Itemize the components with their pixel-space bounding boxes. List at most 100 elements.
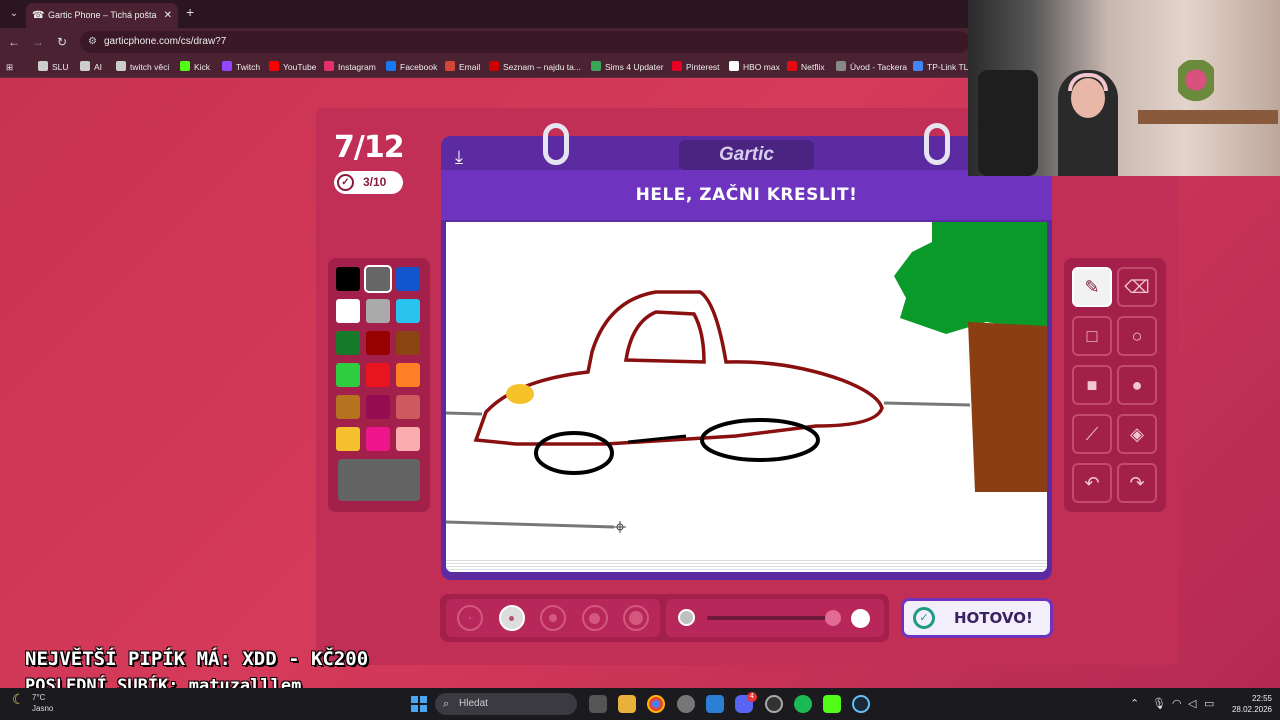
battery-icon[interactable]: ▭ <box>1204 697 1214 710</box>
bookmark-6[interactable]: Instagram <box>324 60 376 74</box>
bookmark-label: AI <box>94 62 103 72</box>
filled-rectangle-tool-icon[interactable]: ■ <box>1072 365 1112 405</box>
bookmark-9[interactable]: Seznam – najdu ta... <box>489 60 581 74</box>
color-swatch[interactable] <box>336 299 360 323</box>
bookmark-2[interactable]: twitch věci <box>116 60 169 74</box>
pencil-tool-icon[interactable]: ✎ <box>1072 267 1112 307</box>
volume-icon[interactable]: ◁ <box>1188 697 1196 710</box>
new-tab-button[interactable]: + <box>186 4 194 20</box>
color-swatch[interactable] <box>366 363 390 387</box>
discord-badge: 4 <box>747 692 757 702</box>
taskbar-search-placeholder: Hledat <box>459 698 488 709</box>
brush-size-dot <box>629 611 643 625</box>
bookmark-7[interactable]: Facebook <box>386 60 437 74</box>
bookmark-12[interactable]: HBO max <box>729 60 780 74</box>
windows-start-icon[interactable] <box>411 696 427 712</box>
fill-bucket-tool-icon[interactable]: ◈ <box>1117 414 1157 454</box>
brush-size-4[interactable] <box>581 605 608 631</box>
settings-icon[interactable] <box>677 695 695 713</box>
current-color-preview[interactable] <box>338 459 420 501</box>
spotify-icon[interactable] <box>794 695 812 713</box>
undo-tool-icon[interactable]: ↶ <box>1072 463 1112 503</box>
color-swatch[interactable] <box>366 299 390 323</box>
drawing <box>445 222 1047 533</box>
brush-size-3[interactable] <box>540 605 566 631</box>
color-swatch[interactable] <box>336 427 360 451</box>
color-swatch[interactable] <box>396 299 420 323</box>
bookmark-label: Sims 4 Updater <box>605 62 664 72</box>
line-tool-icon[interactable]: ⟋ <box>1072 414 1112 454</box>
wifi-icon[interactable]: ◠ <box>1172 697 1182 710</box>
bookmark-label: TP-Link TL- <box>927 62 972 72</box>
bookmark-3[interactable]: Kick <box>180 60 210 74</box>
bookmark-icon <box>672 61 682 71</box>
color-swatch[interactable] <box>396 267 420 291</box>
bookmark-0[interactable]: SLU <box>38 60 69 74</box>
color-swatch[interactable] <box>366 395 390 419</box>
file-explorer-icon[interactable] <box>618 695 636 713</box>
color-swatch[interactable] <box>366 427 390 451</box>
color-swatch[interactable] <box>396 363 420 387</box>
site-info-icon[interactable]: ⚙ <box>88 31 97 53</box>
weather-temp: 7°C <box>32 693 46 702</box>
opacity-max-icon <box>851 609 870 628</box>
eraser-tool-icon[interactable]: ⌫ <box>1117 267 1157 307</box>
check-icon: ✓ <box>913 607 935 629</box>
bookmark-4[interactable]: Twitch <box>222 60 260 74</box>
chevron-up-icon[interactable]: ⌃ <box>1130 697 1139 710</box>
kick-icon[interactable] <box>823 695 841 713</box>
address-bar[interactable]: ⚙ garticphone.com/cs/draw?7 <box>80 31 970 53</box>
bookmark-14[interactable]: Úvod - Tackera <box>836 60 907 74</box>
apps-icon[interactable]: ⊞ <box>6 60 13 74</box>
brush-size-5[interactable] <box>623 605 649 631</box>
brush-size-1[interactable] <box>457 605 483 631</box>
redo-tool-icon[interactable]: ↷ <box>1117 463 1157 503</box>
drawing-canvas[interactable] <box>445 222 1047 558</box>
brush-size-2[interactable] <box>498 605 525 631</box>
filled-ellipse-tool-icon[interactable]: ● <box>1117 365 1157 405</box>
reload-icon[interactable]: ↻ <box>54 34 70 50</box>
top-donor-text: NEJVĚTŠÍ PIPÍK MÁ: XDD - KČ200 <box>25 648 369 670</box>
back-icon[interactable]: ← <box>6 34 22 50</box>
bookmark-5[interactable]: YouTube <box>269 60 316 74</box>
bookmark-13[interactable]: Netflix <box>787 60 825 74</box>
color-swatch[interactable] <box>336 331 360 355</box>
color-swatch[interactable] <box>396 427 420 451</box>
color-swatch[interactable] <box>336 395 360 419</box>
obs-icon[interactable] <box>765 695 783 713</box>
opacity-slider[interactable] <box>707 616 833 620</box>
forward-icon[interactable]: → <box>30 34 46 50</box>
color-swatch[interactable] <box>336 267 360 291</box>
gartic-logo: Gartic <box>679 140 814 170</box>
car-headlight <box>506 384 534 404</box>
close-icon[interactable]: ✕ <box>164 3 172 28</box>
tab-gartic[interactable]: ☎ Gartic Phone – Tichá pošta ✕ <box>26 3 178 28</box>
bookmark-label: HBO max <box>743 62 780 72</box>
color-swatch[interactable] <box>396 395 420 419</box>
system-clock[interactable]: 22:55 28.02.2026 <box>1228 693 1272 715</box>
bookmark-8[interactable]: Email <box>445 60 480 74</box>
rectangle-tool-icon[interactable]: □ <box>1072 316 1112 356</box>
bookmark-1[interactable]: AI <box>80 60 102 74</box>
weather-widget[interactable]: ☾ 7°C Jasno <box>12 692 53 714</box>
search-icon: ⌕ <box>443 698 450 710</box>
download-icon[interactable]: ⤓ <box>455 147 463 168</box>
tab-search-icon[interactable]: ⌄ <box>6 6 22 22</box>
ellipse-tool-icon[interactable]: ○ <box>1117 316 1157 356</box>
chrome-icon[interactable] <box>647 695 665 713</box>
color-swatch[interactable] <box>364 265 392 293</box>
bookmark-11[interactable]: Pinterest <box>672 60 720 74</box>
color-swatch[interactable] <box>336 363 360 387</box>
photos-icon[interactable] <box>706 695 724 713</box>
url-text: garticphone.com/cs/draw?7 <box>104 36 227 47</box>
task-view-icon[interactable] <box>589 695 607 713</box>
bookmark-10[interactable]: Sims 4 Updater <box>591 60 664 74</box>
color-swatch[interactable] <box>396 331 420 355</box>
bookmark-15[interactable]: TP-Link TL- <box>913 60 971 74</box>
steam-icon[interactable] <box>852 695 870 713</box>
opacity-slider-handle[interactable] <box>825 610 841 626</box>
color-swatch[interactable] <box>366 331 390 355</box>
done-button[interactable]: ✓ HOTOVO! <box>901 598 1053 638</box>
microphone-icon[interactable]: 🎙 <box>1152 697 1166 710</box>
taskbar-search[interactable]: ⌕ Hledat <box>435 693 577 715</box>
